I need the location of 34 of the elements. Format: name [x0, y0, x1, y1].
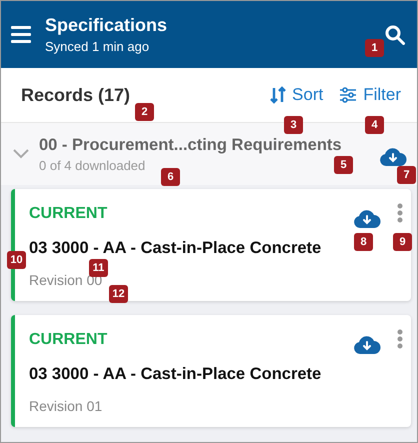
sliders-icon — [339, 87, 358, 103]
callout-marker: 3 — [284, 116, 303, 134]
callout-marker: 7 — [397, 166, 416, 184]
record-card[interactable]: CURRENT 03 3000 - AA - Cast-in-Place Concrete Revision 01 — [11, 315, 411, 427]
record-title: 03 3000 - AA - Cast-in-Place Concrete — [29, 239, 322, 258]
filter-button[interactable]: Filter — [331, 81, 409, 109]
record-title: 03 3000 - AA - Cast-in-Place Concrete — [29, 365, 322, 384]
callout-marker: 6 — [161, 168, 180, 186]
status-label: CURRENT — [29, 331, 108, 349]
screen-title: Specifications — [45, 15, 168, 36]
callout-marker: 4 — [365, 116, 384, 134]
more-options-icon[interactable] — [397, 203, 403, 223]
cloud-download-icon[interactable] — [353, 335, 381, 355]
callout-marker: 5 — [334, 156, 353, 174]
sort-icon — [270, 86, 286, 104]
group-title: 00 - Procurement...cting Requirements — [39, 136, 342, 154]
cloud-download-icon[interactable] — [353, 209, 381, 229]
search-icon[interactable] — [385, 24, 405, 44]
download-status: 0 of 4 downloaded — [39, 158, 146, 172]
callout-marker: 9 — [393, 233, 412, 251]
records-count: Records (17) — [21, 84, 132, 106]
callout-marker: 11 — [89, 259, 108, 277]
callout-marker: 1 — [365, 39, 384, 57]
callout-marker: 10 — [7, 251, 26, 269]
callout-marker: 12 — [109, 285, 128, 303]
callout-marker: 8 — [354, 233, 373, 251]
cloud-download-icon[interactable] — [379, 147, 407, 167]
more-options-icon[interactable] — [397, 329, 403, 349]
status-label: CURRENT — [29, 205, 108, 223]
sync-status: Synced 1 min ago — [45, 39, 150, 54]
sort-button[interactable]: Sort — [262, 81, 332, 109]
menu-icon[interactable] — [11, 26, 31, 43]
revision-label: Revision 01 — [29, 398, 102, 414]
callout-marker: 2 — [135, 103, 154, 121]
